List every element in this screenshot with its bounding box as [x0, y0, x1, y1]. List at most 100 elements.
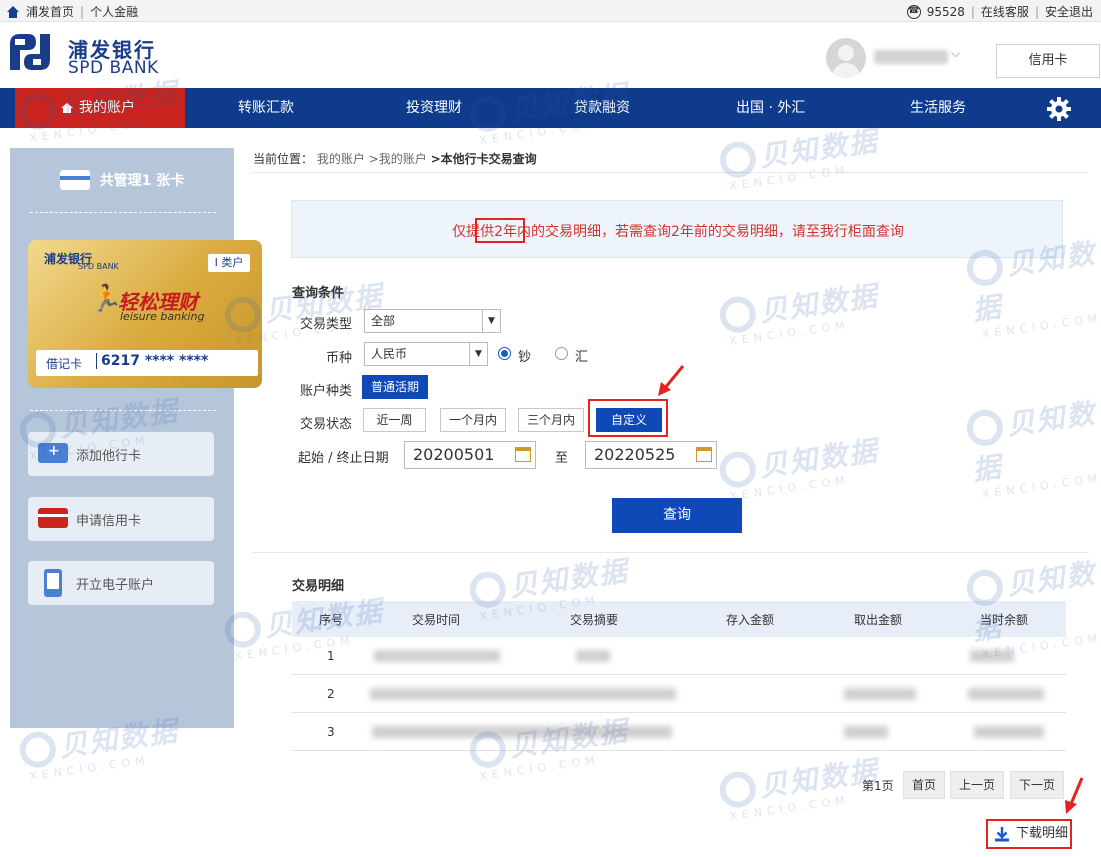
nav-forex[interactable]: 出国 · 外汇 [736, 88, 805, 128]
breadcrumb-my-account-sub[interactable]: >我的账户 [369, 152, 427, 166]
redacted-cell [372, 726, 672, 738]
add-card-icon [38, 443, 68, 463]
watermark: 贝知数据XENCIO.COM [717, 429, 883, 504]
end-date-input[interactable]: 20220525 [585, 441, 717, 469]
next-page-button[interactable]: 下一页 [1010, 771, 1065, 799]
caret-down-icon: ▼ [469, 343, 487, 365]
query-button[interactable]: 查询 [612, 498, 742, 533]
table-row: 2 [292, 675, 1066, 713]
account-type-regular-current[interactable]: 普通活期 [362, 375, 428, 399]
breadcrumb-current: >本他行卡交易查询 [430, 152, 537, 166]
card-count-label: 共管理1 张卡 [99, 173, 185, 189]
divider [252, 172, 1088, 173]
debit-card[interactable]: 浦发银行 SPD BANK I 类户 🏃 轻松理财 leisure bankin… [28, 240, 262, 388]
button-label: 开立电子账户 [76, 578, 155, 593]
row-number: 3 [327, 725, 335, 739]
table-row: 1 [292, 637, 1066, 675]
period-last-week[interactable]: 近一周 [363, 408, 426, 432]
gear-icon[interactable] [1046, 96, 1072, 122]
column-header: 当时余额 [980, 613, 1029, 627]
card-icon [59, 170, 90, 190]
phone-icon: ☎ [906, 4, 921, 19]
column-header: 交易摘要 [570, 613, 619, 627]
site-header: 浦发银行 SPD BANK ⌵ 信用卡 [0, 22, 1101, 88]
spdb-home-link[interactable]: 浦发首页 [26, 3, 74, 20]
details-table-header: 序号 交易时间 交易摘要 存入金额 取出金额 当时余额 [292, 601, 1066, 637]
first-page-button[interactable]: 首页 [903, 771, 946, 799]
add-other-bank-card-button[interactable]: 添加他行卡 [28, 432, 214, 476]
open-e-account-button[interactable]: 开立电子账户 [28, 561, 214, 605]
watermark: 贝知数据XENCIO.COM [964, 391, 1101, 501]
cash-radio[interactable] [498, 347, 511, 360]
nav-my-account[interactable]: 我的账户 [15, 88, 185, 128]
nav-life-services[interactable]: 生活服务 [910, 88, 966, 128]
current-page-label: 第1页 [862, 779, 894, 793]
details-section-title: 交易明细 [292, 579, 345, 594]
redacted-cell [968, 688, 1044, 700]
tx-type-select[interactable]: 全部 ▼ [364, 309, 501, 333]
redacted-cell [374, 650, 500, 662]
online-service-link[interactable]: 在线客服 [981, 3, 1029, 20]
nav-investment[interactable]: 投资理财 [406, 88, 462, 128]
download-label: 下载明细 [1016, 826, 1069, 841]
annotation-arrow-icon [658, 365, 685, 396]
breadcrumb-my-account[interactable]: 我的账户 [317, 152, 365, 166]
credit-card-button[interactable]: 信用卡 [996, 44, 1100, 78]
button-label: 申请信用卡 [76, 514, 142, 529]
redacted-cell [370, 688, 676, 700]
watermark: 贝知数据XENCIO.COM [717, 119, 883, 194]
watermark: 贝知数据XENCIO.COM [717, 274, 883, 349]
tx-type-label: 交易类型 [300, 317, 353, 332]
logout-link[interactable]: 安全退出 [1045, 3, 1093, 20]
home-icon [6, 5, 20, 18]
apply-credit-card-button[interactable]: 申请信用卡 [28, 497, 214, 541]
tx-status-label: 交易状态 [300, 417, 353, 432]
table-row: 3 [292, 713, 1066, 751]
prev-page-button[interactable]: 上一页 [950, 771, 1005, 799]
separator: | [1034, 4, 1039, 19]
currency-value: 人民币 [371, 347, 408, 361]
card-product-name-en: leisure banking [120, 310, 205, 323]
hotline-number: 95528 [926, 4, 965, 19]
personal-finance-link[interactable]: 个人金融 [90, 3, 138, 20]
remit-radio[interactable] [555, 347, 568, 360]
home-icon [61, 103, 73, 113]
download-details-button[interactable]: 下载明细 [986, 819, 1072, 849]
nav-transfer[interactable]: 转账汇款 [238, 88, 294, 128]
column-header: 序号 [319, 613, 344, 627]
card-number-strip: 借记卡 6217 **** **** [36, 350, 258, 376]
period-within-month[interactable]: 一个月内 [440, 408, 506, 432]
divider [30, 212, 216, 213]
calendar-icon[interactable] [515, 447, 531, 462]
spdb-logo-icon [10, 34, 50, 70]
user-name-redacted[interactable] [874, 50, 948, 64]
start-date-input[interactable]: 20200501 [404, 441, 536, 469]
card-number: 6217 **** **** [96, 353, 208, 369]
period-within-three-months[interactable]: 三个月内 [518, 408, 584, 432]
main-nav: 我的账户 转账汇款 投资理财 贷款融资 出国 · 外汇 生活服务 [0, 88, 1101, 128]
separator: | [970, 4, 975, 19]
card-bank-name-en: SPD BANK [78, 262, 119, 271]
nav-loans[interactable]: 贷款融资 [574, 88, 630, 128]
to-label: 至 [555, 451, 569, 466]
chevron-down-icon[interactable]: ⌵ [951, 46, 960, 61]
caret-down-icon: ▼ [482, 310, 500, 332]
cash-radio-label: 钞 [518, 350, 532, 365]
top-utility-bar: 浦发首页 | 个人金融 ☎ 95528 | 在线客服 | 安全退出 [0, 0, 1101, 22]
card-count-header: 共管理1 张卡 [10, 170, 234, 190]
currency-select[interactable]: 人民币 ▼ [364, 342, 488, 366]
redacted-cell [970, 650, 1014, 662]
query-section-title: 查询条件 [292, 286, 345, 301]
watermark: 贝知数据XENCIO.COM [717, 749, 883, 824]
download-icon [995, 827, 1009, 842]
user-avatar[interactable] [826, 38, 866, 78]
column-header: 交易时间 [412, 613, 461, 627]
button-label: 添加他行卡 [76, 449, 142, 464]
account-class-badge: I 类户 [208, 254, 250, 272]
notice-text: 仅提供2年内的交易明细，若需查询2年前的交易明细，请至我行柜面查询 [452, 224, 904, 240]
credit-card-icon [38, 508, 68, 528]
redacted-cell [844, 726, 888, 738]
annotation-arrow-icon [1065, 777, 1084, 814]
remit-radio-label: 汇 [575, 350, 589, 365]
calendar-icon[interactable] [696, 447, 712, 462]
